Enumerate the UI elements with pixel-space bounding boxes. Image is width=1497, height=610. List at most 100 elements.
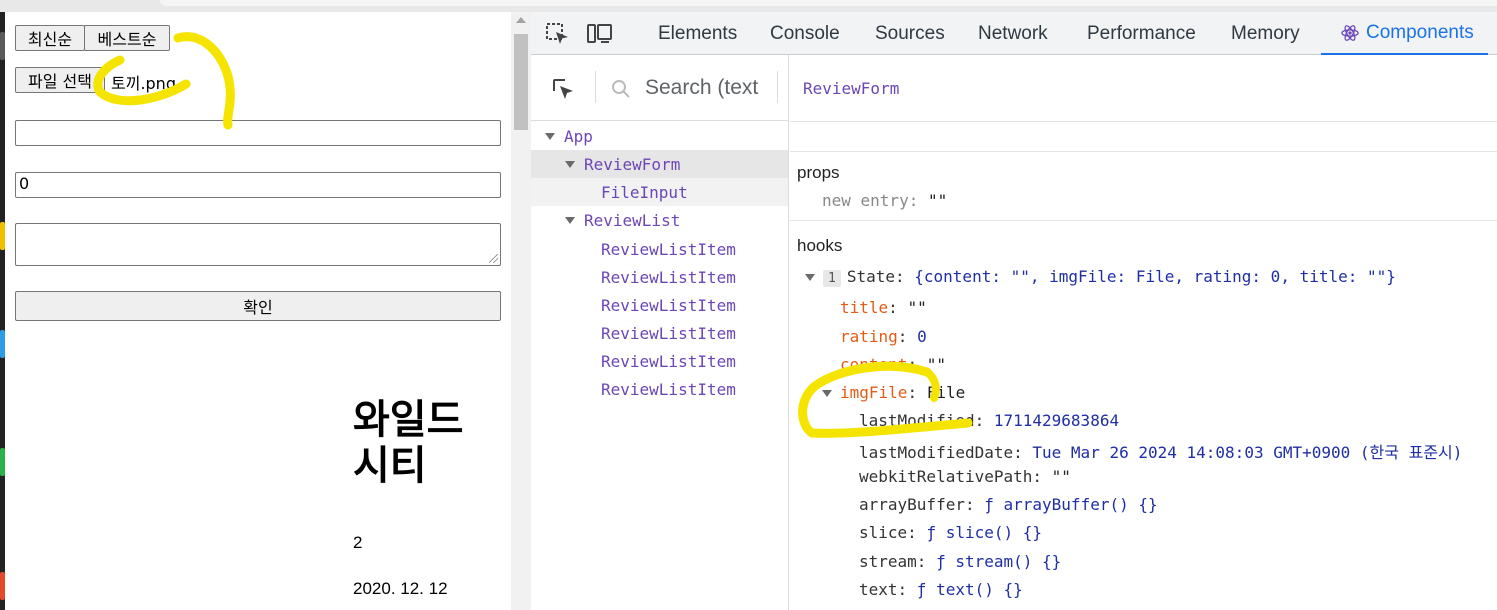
file-prop-row[interactable]: arrayBuffer: ƒ arrayBuffer() {}: [859, 495, 1158, 514]
component-search-input[interactable]: [645, 73, 765, 103]
sort-best-button[interactable]: 베스트순: [84, 25, 170, 51]
field-key: lastModified: [859, 411, 975, 430]
file-prop-row[interactable]: stream: ƒ stream() {}: [859, 552, 1061, 571]
expand-triangle-icon[interactable]: [565, 160, 575, 168]
hooks-heading: hooks: [797, 236, 843, 255]
app-page: 최신순 베스트순 파일 선택 토끼.png 0 확인 와일드 시티 2 2020…: [5, 12, 511, 610]
colon: :: [907, 523, 927, 542]
prop-key: new entry: [822, 191, 909, 210]
colon: :: [907, 355, 927, 374]
props-heading: props: [797, 163, 840, 182]
tab-components[interactable]: Components: [1321, 12, 1488, 55]
search-icon: [612, 80, 630, 98]
file-prop-row[interactable]: lastModified: 1711429683864: [859, 411, 1119, 430]
state-field-row[interactable]: content: "": [840, 355, 946, 374]
tree-node-reviewlistitem[interactable]: ReviewListItem: [601, 319, 736, 347]
file-prop-row[interactable]: lastModifiedDate: Tue Mar 26 2024 14:08:…: [859, 439, 1462, 463]
colon: :: [897, 327, 918, 346]
colon: :: [897, 580, 917, 599]
tree-node-reviewform[interactable]: ReviewForm: [565, 150, 680, 178]
submit-button[interactable]: 확인: [15, 291, 501, 321]
field-key: webkitRelativePath: [859, 467, 1033, 486]
title-input[interactable]: [15, 120, 501, 146]
field-value[interactable]: "": [907, 298, 926, 317]
node-label: ReviewForm: [584, 154, 681, 174]
hook-summary: {content: "", imgFile: File, rating: 0, …: [914, 267, 1396, 286]
file-select-button[interactable]: 파일 선택: [15, 67, 105, 93]
colon: :: [895, 267, 915, 286]
resize-grip-icon[interactable]: [489, 254, 498, 263]
field-key: title: [840, 298, 889, 317]
field-value[interactable]: 0: [917, 327, 927, 346]
expand-triangle-icon[interactable]: [545, 132, 555, 140]
rating-input[interactable]: 0: [15, 172, 501, 198]
tree-node-reviewlistitem[interactable]: ReviewListItem: [601, 347, 736, 375]
hook-index-badge: 1: [823, 270, 841, 287]
tab-elements[interactable]: Elements: [658, 12, 737, 55]
prop-value[interactable]: "": [928, 191, 947, 210]
colon: :: [908, 191, 928, 210]
tree-node-reviewlistitem[interactable]: ReviewListItem: [601, 235, 736, 263]
divider: [790, 121, 1497, 122]
expand-triangle-icon[interactable]: [565, 216, 575, 224]
field-key: text: [859, 580, 898, 599]
state-hook-row[interactable]: 1 State: {content: "", imgFile: File, rat…: [805, 267, 1396, 287]
tab-sources[interactable]: Sources: [875, 12, 945, 55]
scroll-up-arrow-icon[interactable]: [516, 17, 526, 23]
devtools-tab-bar: Elements Console Sources Network Perform…: [531, 12, 1497, 55]
field-key: content: [840, 355, 908, 374]
review-rating: 2: [353, 533, 363, 552]
node-label: App: [564, 126, 593, 146]
expand-triangle-icon[interactable]: [805, 274, 815, 281]
page-scrollbar[interactable]: [511, 12, 531, 610]
field-key: stream: [859, 552, 917, 571]
divider: [790, 220, 1497, 221]
field-value[interactable]: Tue Mar 26 2024 14:08:03 GMT+0900 (한국 표준…: [1032, 443, 1462, 462]
field-key: arrayBuffer: [859, 495, 965, 514]
field-value[interactable]: "": [927, 355, 946, 374]
prop-row[interactable]: new entry: "": [822, 191, 947, 210]
content-textarea[interactable]: [15, 223, 501, 266]
field-value: File: [926, 383, 966, 402]
address-bar-edge: [160, 0, 1497, 6]
file-prop-row[interactable]: text: ƒ text() {}: [859, 580, 1023, 599]
expand-triangle-icon[interactable]: [822, 390, 832, 397]
node-label: ReviewList: [584, 210, 681, 230]
field-key: slice: [859, 523, 908, 542]
field-value[interactable]: "": [1052, 467, 1071, 486]
review-date: 2020. 12. 12: [353, 579, 448, 598]
device-toolbar-icon[interactable]: [587, 22, 613, 46]
state-field-row[interactable]: rating: 0: [840, 327, 927, 346]
scrollbar-thumb[interactable]: [514, 34, 528, 130]
divider: [790, 151, 1497, 152]
file-prop-row[interactable]: slice: ƒ slice() {}: [859, 523, 1042, 542]
tree-node-app[interactable]: App: [545, 122, 593, 150]
sort-latest-button[interactable]: 최신순: [15, 25, 85, 51]
tab-memory[interactable]: Memory: [1231, 12, 1300, 55]
field-value[interactable]: 1711429683864: [994, 411, 1119, 430]
tab-console[interactable]: Console: [770, 12, 840, 55]
tab-components-label: Components: [1366, 21, 1474, 43]
tree-node-reviewlistitem[interactable]: ReviewListItem: [601, 375, 736, 403]
field-key: imgFile: [840, 383, 908, 402]
field-key: lastModifiedDate: [859, 443, 1014, 462]
review-title: 와일드 시티: [353, 397, 464, 489]
file-prop-row[interactable]: webkitRelativePath: "": [859, 467, 1071, 486]
tab-performance[interactable]: Performance: [1087, 12, 1196, 55]
tree-node-reviewlistitem[interactable]: ReviewListItem: [601, 263, 736, 291]
colon: :: [907, 383, 927, 402]
tree-node-reviewlist[interactable]: ReviewList: [565, 206, 680, 234]
inspect-element-icon[interactable]: [545, 22, 571, 46]
colon: :: [1032, 467, 1052, 486]
field-value: ƒ text() {}: [916, 580, 1023, 599]
colon: :: [1013, 443, 1033, 462]
tab-network[interactable]: Network: [978, 12, 1048, 55]
state-field-row[interactable]: title: "": [840, 298, 927, 317]
field-value: ƒ stream() {}: [936, 552, 1062, 571]
tree-node-reviewlistitem[interactable]: ReviewListItem: [601, 291, 736, 319]
select-component-icon[interactable]: [551, 77, 577, 103]
devtools-panel: Elements Console Sources Network Perform…: [531, 12, 1497, 610]
state-field-row[interactable]: imgFile: File: [822, 383, 965, 402]
selected-file-name: 토끼.png: [111, 74, 176, 93]
tree-node-fileinput[interactable]: FileInput: [601, 178, 688, 206]
